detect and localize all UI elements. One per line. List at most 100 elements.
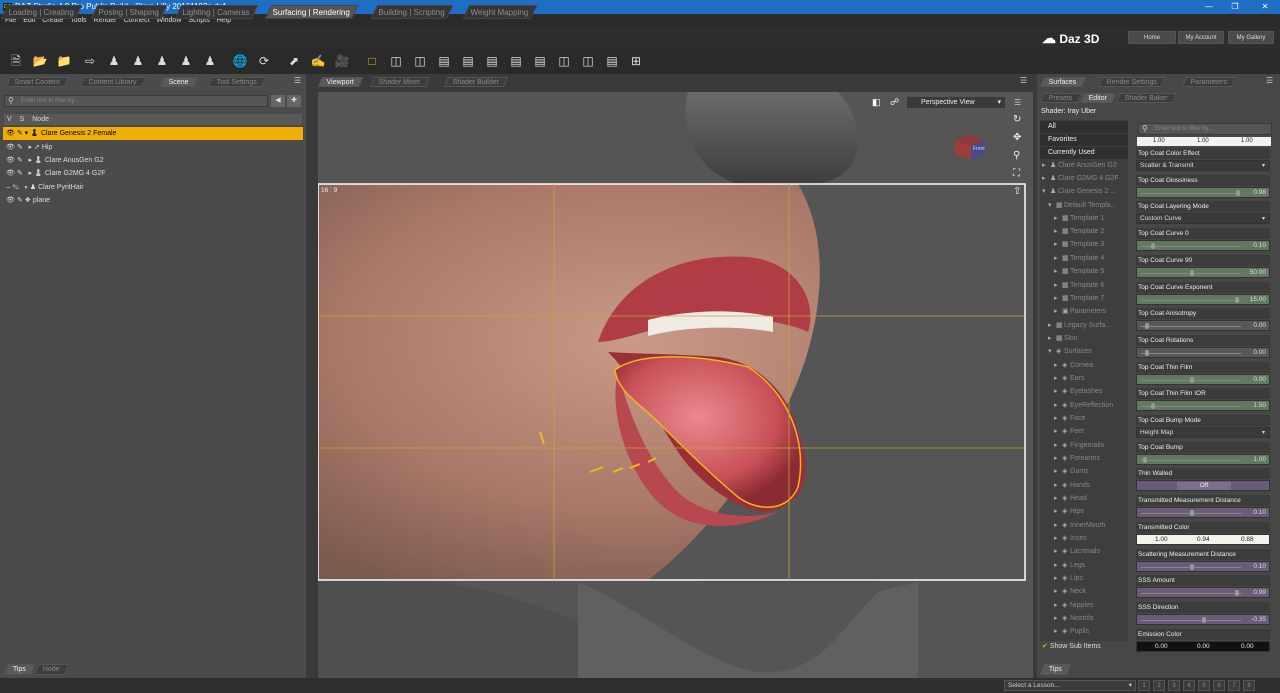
- property-slider[interactable]: 0.99: [1136, 587, 1270, 599]
- figure-pose-icon[interactable]: ♟: [154, 53, 170, 69]
- tab-tool-settings[interactable]: Tool Settings: [208, 77, 266, 87]
- refresh-icon[interactable]: ⟳: [256, 53, 272, 69]
- figure-tool-icon[interactable]: ♟: [106, 53, 122, 69]
- tab-scene[interactable]: Scene: [160, 77, 198, 87]
- lesson-page-button[interactable]: 7: [1228, 680, 1240, 691]
- surface-item[interactable]: ▸ ◈ Eyelashes: [1040, 386, 1128, 398]
- tab-smart-content[interactable]: Smart Content: [6, 77, 69, 87]
- property-toggle[interactable]: Off: [1136, 480, 1270, 492]
- view-cube[interactable]: Front: [951, 132, 989, 162]
- expand-icon[interactable]: ✚: [287, 95, 301, 107]
- scene-node-hip[interactable]: 👁 ✎ ▸ ➚ Hip: [3, 141, 303, 154]
- pane-menu-icon[interactable]: ☰: [294, 76, 301, 85]
- surface-selection-tool-icon[interactable]: ✍: [310, 53, 326, 69]
- slider-knob[interactable]: [1235, 296, 1240, 303]
- home-view-icon[interactable]: ⇧: [1013, 186, 1021, 197]
- minimize-button[interactable]: —: [1196, 0, 1222, 14]
- camera-select[interactable]: Perspective View ▾: [906, 96, 1006, 109]
- surface-item[interactable]: ▸ ▦Template 2: [1040, 226, 1128, 238]
- surface-item[interactable]: ▸ ▦Template 6: [1040, 280, 1128, 292]
- surface-item[interactable]: ▸ ◈ Hands: [1040, 480, 1128, 492]
- surface-item[interactable]: ▾ ♟ Clare Genesis 2 ...: [1040, 186, 1128, 198]
- scene-node-g2mg[interactable]: 👁 ✎ ▸ ♟ Clare G2MG 4 G2F: [3, 167, 303, 180]
- property-slider[interactable]: -0.35: [1136, 613, 1270, 625]
- maximize-button[interactable]: ❐: [1222, 0, 1248, 14]
- surface-item[interactable]: ▸ ◈ Forearms: [1040, 453, 1128, 465]
- open-icon[interactable]: 📂: [32, 53, 48, 69]
- surface-item[interactable]: ▸ ◈ Irises: [1040, 533, 1128, 545]
- surface-item[interactable]: ▸ ◈ Head: [1040, 493, 1128, 505]
- surface-item[interactable]: ▸ ◈ Gums: [1040, 466, 1128, 478]
- tab-shader-builder[interactable]: Shader Builder: [444, 77, 509, 87]
- surface-item[interactable]: ▸ ◈ Neck: [1040, 586, 1128, 598]
- surface-filter-input[interactable]: Enter text to filter by...: [1138, 123, 1272, 135]
- tab-tips[interactable]: Tips: [3, 664, 35, 675]
- property-dropdown[interactable]: Custom Curve ▾: [1136, 213, 1270, 225]
- surface-item[interactable]: ▸ ◈ InnerMouth: [1040, 520, 1128, 532]
- property-slider[interactable]: 0.00: [1136, 320, 1270, 332]
- tab-content-library[interactable]: Content Library: [80, 77, 146, 87]
- tab-loading-creating[interactable]: Loading | Creating: [0, 5, 83, 19]
- tab-shader-mixer[interactable]: Shader Mixer: [370, 77, 430, 87]
- lesson-page-button[interactable]: 8: [1243, 680, 1255, 691]
- surface-item[interactable]: ▸ ◈ Pupils: [1040, 626, 1128, 638]
- tab-render-settings[interactable]: Render Settings: [1098, 77, 1167, 87]
- tab-presets[interactable]: Presets: [1040, 93, 1082, 103]
- surface-favorites[interactable]: Favorites: [1040, 134, 1128, 146]
- slider-knob[interactable]: [1236, 189, 1241, 196]
- slider-knob[interactable]: [1190, 510, 1194, 517]
- surface-item[interactable]: ▸ ◈ Nostrils: [1040, 613, 1128, 625]
- layout-10-icon[interactable]: ◫: [580, 53, 596, 69]
- figure-shape-icon[interactable]: ♟: [202, 53, 218, 69]
- property-slider[interactable]: 1.00: [1136, 453, 1270, 465]
- slider-knob[interactable]: [1150, 403, 1155, 410]
- property-slider[interactable]: 0.10: [1136, 240, 1270, 252]
- layout-7-icon[interactable]: ▤: [508, 53, 524, 69]
- tab-weight-mapping[interactable]: Weight Mapping: [462, 5, 537, 19]
- surface-item[interactable]: ▸ ◈ EyeReflection: [1040, 400, 1128, 412]
- property-color-values[interactable]: 1.00 0.94 0.88: [1136, 533, 1270, 545]
- tab-tips-right[interactable]: Tips: [1039, 664, 1071, 675]
- globe-icon[interactable]: 🌐: [232, 53, 248, 69]
- slider-knob[interactable]: [1190, 376, 1194, 383]
- slider-knob[interactable]: [1150, 243, 1155, 250]
- property-slider[interactable]: 1.50: [1136, 400, 1270, 412]
- collapse-left-icon[interactable]: ◀: [271, 95, 285, 107]
- slider-knob[interactable]: [1144, 349, 1149, 356]
- frame-icon[interactable]: ⛶: [1013, 168, 1020, 179]
- surface-item[interactable]: ▾ ▦Default Templa...: [1040, 200, 1128, 212]
- lesson-page-button[interactable]: 1: [1138, 680, 1150, 691]
- surface-item[interactable]: ▸ ◈ Nipples: [1040, 600, 1128, 612]
- surface-item[interactable]: ▸ ▦Template 4: [1040, 253, 1128, 265]
- viewport-options-icon[interactable]: ☰: [1014, 98, 1021, 107]
- surface-item[interactable]: ▸ ◈ Legs: [1040, 560, 1128, 572]
- viewport-menu-icon[interactable]: ☰: [1020, 76, 1027, 85]
- my-account-button[interactable]: My Account: [1178, 31, 1224, 44]
- tab-posing-shaping[interactable]: Posing | Shaping: [90, 5, 168, 19]
- figure-morph-icon[interactable]: ♟: [178, 53, 194, 69]
- layout-2-icon[interactable]: ◫: [388, 53, 404, 69]
- layout-8-icon[interactable]: ▤: [532, 53, 548, 69]
- slider-knob[interactable]: [1235, 590, 1240, 597]
- tab-viewport[interactable]: Viewport: [318, 77, 363, 87]
- property-slider[interactable]: 15.00: [1136, 293, 1270, 305]
- lesson-page-button[interactable]: 5: [1198, 680, 1210, 691]
- viewport-3d[interactable]: 16 : 9 Front ◧ ☍ Perspective View ▾ ☰ ↻ ✥…: [318, 92, 1033, 682]
- surface-item[interactable]: ▸ ▣Parameters: [1040, 306, 1128, 318]
- surface-item[interactable]: ▸ ◈ Ears: [1040, 373, 1128, 385]
- lesson-page-button[interactable]: 3: [1168, 680, 1180, 691]
- surface-item[interactable]: ▸ ▦Skin: [1040, 333, 1128, 345]
- property-slider[interactable]: 0.00: [1136, 373, 1270, 385]
- tab-building-scripting[interactable]: Building | Scripting: [370, 5, 454, 19]
- property-slider[interactable]: 0.98: [1136, 186, 1270, 198]
- import-icon[interactable]: ⇨: [82, 53, 98, 69]
- lesson-page-button[interactable]: 6: [1213, 680, 1225, 691]
- slider-knob[interactable]: [1201, 616, 1206, 623]
- slider-knob[interactable]: [1190, 563, 1194, 570]
- close-button[interactable]: ✕: [1252, 0, 1278, 14]
- render-camera-icon[interactable]: 🎥: [334, 53, 350, 69]
- draw-style-icon[interactable]: ◧: [872, 97, 881, 108]
- layout-3-icon[interactable]: ◫: [412, 53, 428, 69]
- scene-node-clare-genesis[interactable]: 👁 ✎ ▾ ♟ Clare Genesis 2 Female: [3, 127, 303, 140]
- scene-node-anusgen[interactable]: 👁 ✎ ▸ ♟ Clare AnusGen G2: [3, 154, 303, 167]
